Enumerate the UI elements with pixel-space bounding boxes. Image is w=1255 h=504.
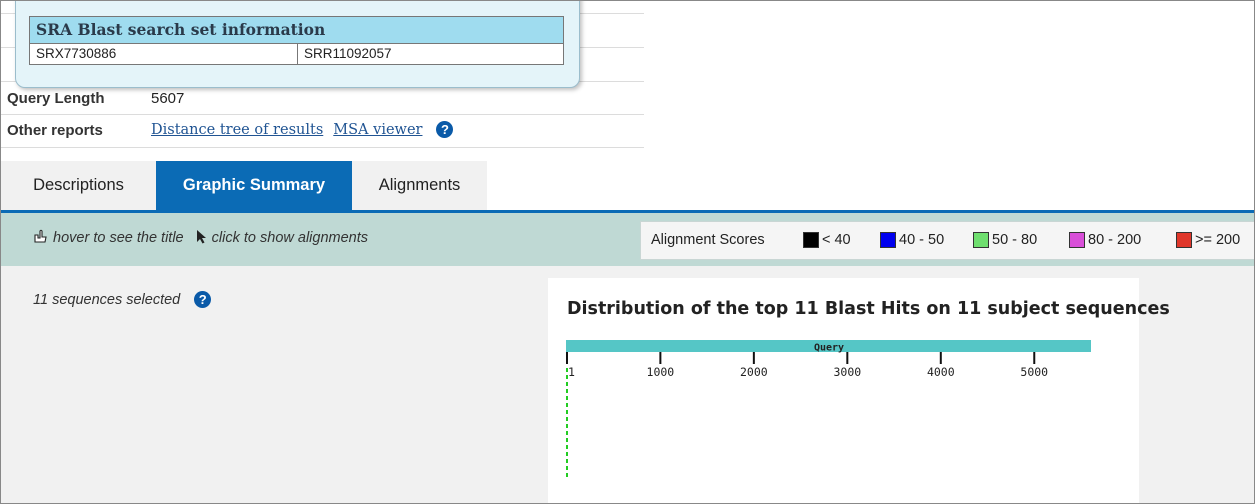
score-swatch <box>803 232 819 248</box>
sequences-selected: 11 sequences selected ? <box>33 291 212 308</box>
query-coverage-graphic[interactable]: Query 1 1000 2000 3000 4000 5000 <box>548 278 1139 504</box>
query-length-value: 5607 <box>151 90 185 107</box>
other-reports-label: Other reports <box>7 122 103 139</box>
msa-viewer-link[interactable]: MSA viewer <box>333 122 422 138</box>
axis-tick-label: 1000 <box>647 365 675 379</box>
help-icon[interactable]: ? <box>436 121 454 138</box>
axis-tick-label: 1 <box>568 365 575 379</box>
score-legend-label: < 40 <box>822 232 851 248</box>
tab-descriptions[interactable]: Descriptions <box>1 161 156 210</box>
score-legend-item: 50 - 80 <box>973 232 1037 248</box>
score-legend-label: >= 200 <box>1195 232 1241 248</box>
arrow-cursor-icon <box>196 230 212 246</box>
score-legend-item: 80 - 200 <box>1069 232 1141 248</box>
alignment-scores-title: Alignment Scores <box>651 232 765 248</box>
help-icon[interactable]: ? <box>194 291 212 308</box>
axis-tick-label: 2000 <box>740 365 768 379</box>
pointing-hand-icon <box>33 229 53 246</box>
tab-alignments[interactable]: Alignments <box>352 161 487 210</box>
search-set-row: SRX7730886 SRR11092057 <box>30 44 563 64</box>
graphic-toolbar: hover to see the title click to show ali… <box>1 213 1254 266</box>
hits-graphic-panel: Distribution of the top 11 Blast Hits on… <box>548 278 1170 504</box>
alignment-scores-legend: Alignment Scores < 40 40 - 50 50 - 80 80… <box>640 221 1254 260</box>
axis-tick-label: 3000 <box>833 365 861 379</box>
query-length-label: Query Length <box>7 90 105 107</box>
score-legend-item: 40 - 50 <box>880 232 944 248</box>
distance-tree-link[interactable]: Distance tree of results <box>151 122 323 138</box>
click-hint: click to show alignments <box>211 230 369 246</box>
score-legend-item: >= 200 <box>1176 232 1240 248</box>
score-swatch <box>1069 232 1085 248</box>
score-legend-label: 50 - 80 <box>992 232 1038 248</box>
sequences-selected-text: 11 sequences selected <box>33 291 181 308</box>
axis-tick-label: 5000 <box>1020 365 1048 379</box>
search-set-table: SRA Blast search set information SRX7730… <box>29 16 564 65</box>
axis-ticks: 1 1000 2000 3000 4000 5000 <box>566 352 1048 379</box>
tab-graphic-summary[interactable]: Graphic Summary <box>156 161 352 210</box>
score-legend-item: < 40 <box>803 232 851 248</box>
results-tabs: Descriptions Graphic Summary Alignments <box>1 161 487 210</box>
divider <box>1 114 644 115</box>
other-reports-links: Distance tree of results MSA viewer ? <box>151 121 454 138</box>
divider <box>1 147 644 148</box>
axis-tick-label: 4000 <box>927 365 955 379</box>
score-legend-label: 40 - 50 <box>899 232 945 248</box>
usage-hint: hover to see the title click to show ali… <box>33 229 368 246</box>
score-legend-label: 80 - 200 <box>1088 232 1142 248</box>
search-set-title: SRA Blast search set information <box>30 17 563 44</box>
score-swatch <box>880 232 896 248</box>
experiment-accession: SRX7730886 <box>30 44 298 64</box>
hover-hint: hover to see the title <box>53 230 184 246</box>
query-label: Query <box>814 343 844 354</box>
score-swatch <box>973 232 989 248</box>
graphic-summary-area: 11 sequences selected ? Distribution of … <box>1 266 1254 504</box>
run-accession: SRR11092057 <box>304 46 392 61</box>
search-set-popup: SRA Blast search set information SRX7730… <box>15 1 580 88</box>
score-swatch <box>1176 232 1192 248</box>
blast-results-page: Query Length 5607 Other reports Distance… <box>0 0 1255 504</box>
